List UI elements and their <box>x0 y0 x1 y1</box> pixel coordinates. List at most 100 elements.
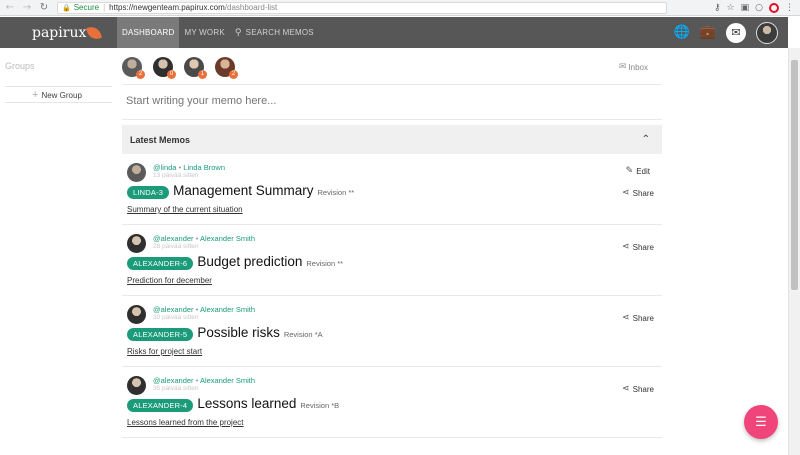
scrollbar-thumb[interactable] <box>791 60 798 290</box>
share-label: Share <box>632 384 654 394</box>
notification-badge: 0 <box>167 70 176 79</box>
new-group-button[interactable]: + New Group <box>32 89 82 101</box>
globe-icon[interactable]: 🌐 <box>674 25 690 40</box>
logo-text: papirux <box>32 24 87 41</box>
memo-item[interactable]: @alexander • Alexander Smith 28 päivää s… <box>122 225 662 296</box>
memo-revision: Revision ** <box>317 188 355 197</box>
memo-timestamp: 13 päivää sitten <box>153 172 199 179</box>
plus-icon: + <box>32 89 39 101</box>
share-button[interactable]: ⋖ Share <box>622 242 654 252</box>
memo-title[interactable]: Budget prediction <box>197 254 302 269</box>
divider <box>5 86 112 87</box>
tab-dashboard[interactable]: DASHBOARD <box>117 17 180 48</box>
divider <box>122 119 662 120</box>
memo-tag[interactable]: ALEXANDER-6 <box>127 257 194 270</box>
share-icon: ⋖ <box>622 188 630 198</box>
inbox-label: Inbox <box>628 62 648 72</box>
memo-revision: Revision ** <box>306 259 344 268</box>
share-button[interactable]: ⋖ Share <box>622 384 654 394</box>
memo-revision: Revision *A <box>283 330 323 339</box>
memo-subtitle[interactable]: Summary of the current situation <box>127 205 243 214</box>
mail-icon[interactable]: ✉ <box>726 22 746 43</box>
author-dot: • <box>178 163 182 172</box>
author-name: Linda Brown <box>183 163 225 172</box>
circle-icon[interactable]: ○ <box>755 3 763 13</box>
latest-memos-title: Latest Memos <box>130 134 191 145</box>
app-header: papirux DASHBOARD MY WORK ⚲ SEARCH MEMOS … <box>0 17 788 48</box>
browser-toolbar: ← → ↻ 🔒 Secure | https://newgenteam.papi… <box>0 0 800 16</box>
tab-my-work[interactable]: MY WORK <box>179 17 229 48</box>
memo-tag[interactable]: ALEXANDER-5 <box>127 328 194 341</box>
key-icon[interactable]: ⚷ <box>714 3 721 13</box>
browser-extensions: ⚷ ☆ ▣ ○ ⋮ <box>714 2 794 13</box>
tab-search-memos[interactable]: ⚲ SEARCH MEMOS <box>230 17 319 48</box>
member-avatar[interactable]: 0 <box>153 57 176 79</box>
share-button[interactable]: ⋖ Share <box>622 313 654 323</box>
url-host: https://newgenteam.papirux.com <box>109 3 225 12</box>
memo-timestamp: 28 päivää sitten <box>153 243 199 250</box>
memo-subtitle[interactable]: Lessons learned from the project <box>127 418 244 427</box>
author-name: Alexander Smith <box>199 234 255 243</box>
memo-input[interactable] <box>126 95 646 107</box>
main-content: 2 0 1 2 ✉ Inbox Latest Memos ⌃ @linda • … <box>122 48 662 455</box>
author-handle: @alexander <box>153 234 194 243</box>
author-handle: @alexander <box>153 305 194 314</box>
tab-dashboard-label: DASHBOARD <box>122 28 175 37</box>
author-handle: @linda <box>153 163 177 172</box>
memo-title[interactable]: Possible risks <box>197 325 280 340</box>
memo-timestamp: 35 päivää sitten <box>153 385 199 392</box>
member-avatar[interactable]: 2 <box>215 57 238 79</box>
member-avatar[interactable]: 2 <box>122 57 145 79</box>
memo-title-row: ALEXANDER-4 Lessons learned Revision *B <box>127 396 339 412</box>
memo-timestamp: 30 päivää sitten <box>153 314 199 321</box>
memo-subtitle[interactable]: Risks for project start <box>127 347 202 356</box>
user-avatar[interactable] <box>756 21 778 44</box>
forward-icon[interactable]: → <box>20 1 34 15</box>
share-label: Share <box>632 188 654 198</box>
memo-author[interactable]: @alexander • Alexander Smith <box>153 305 255 314</box>
notification-badge: 1 <box>198 70 207 79</box>
back-icon[interactable]: ← <box>3 1 17 15</box>
header-actions: 🌐 💼 ✉ <box>674 21 778 44</box>
memo-subtitle[interactable]: Prediction for december <box>127 276 212 285</box>
memo-author[interactable]: @alexander • Alexander Smith <box>153 376 255 385</box>
share-icon: ⋖ <box>622 384 630 394</box>
author-dot: • <box>195 305 199 314</box>
inbox-link[interactable]: ✉ Inbox <box>619 62 648 72</box>
memo-title[interactable]: Lessons learned <box>197 396 296 411</box>
logo[interactable]: papirux <box>0 23 117 42</box>
memo-tag[interactable]: ALEXANDER-4 <box>127 399 194 412</box>
memo-item[interactable]: @linda • Linda Brown 13 päivää sitten LI… <box>122 154 662 225</box>
extension-icon[interactable]: ▣ <box>741 3 750 13</box>
author-avatar <box>127 376 146 395</box>
member-avatar[interactable]: 1 <box>184 57 207 79</box>
secure-label: Secure <box>73 3 100 12</box>
memo-author[interactable]: @linda • Linda Brown <box>153 163 225 172</box>
memo-tag[interactable]: LINDA-3 <box>127 186 170 199</box>
memo-title[interactable]: Management Summary <box>173 183 313 198</box>
edit-button[interactable]: ✎ Edit <box>626 166 650 176</box>
share-button[interactable]: ⋖ Share <box>622 188 654 198</box>
share-label: Share <box>632 313 654 323</box>
share-icon: ⋖ <box>622 242 630 252</box>
opera-icon[interactable] <box>769 2 779 13</box>
briefcase-icon[interactable]: 💼 <box>700 25 716 40</box>
reload-icon[interactable]: ↻ <box>37 1 51 15</box>
memo-item[interactable]: @alexander • Alexander Smith 35 päivää s… <box>122 367 662 438</box>
menu-fab-button[interactable]: ☰ <box>744 405 778 439</box>
sidebar: Groups + New Group <box>0 48 118 455</box>
latest-memos-header[interactable]: Latest Memos ⌃ <box>122 125 662 154</box>
tab-search-memos-label: SEARCH MEMOS <box>245 28 314 37</box>
memo-author[interactable]: @alexander • Alexander Smith <box>153 234 255 243</box>
menu-dots-icon[interactable]: ⋮ <box>785 3 794 13</box>
address-bar[interactable]: 🔒 Secure | https://newgenteam.papirux.co… <box>57 1 667 14</box>
memo-item[interactable]: @alexander • Alexander Smith 30 päivää s… <box>122 296 662 367</box>
star-icon[interactable]: ☆ <box>727 3 735 13</box>
notification-badge: 2 <box>136 70 145 79</box>
scrollbar[interactable] <box>788 48 800 455</box>
author-avatar <box>127 163 146 182</box>
divider <box>122 84 662 85</box>
chevron-up-icon[interactable]: ⌃ <box>642 134 650 145</box>
pencil-icon: ✎ <box>625 166 634 176</box>
author-dot: • <box>195 234 199 243</box>
